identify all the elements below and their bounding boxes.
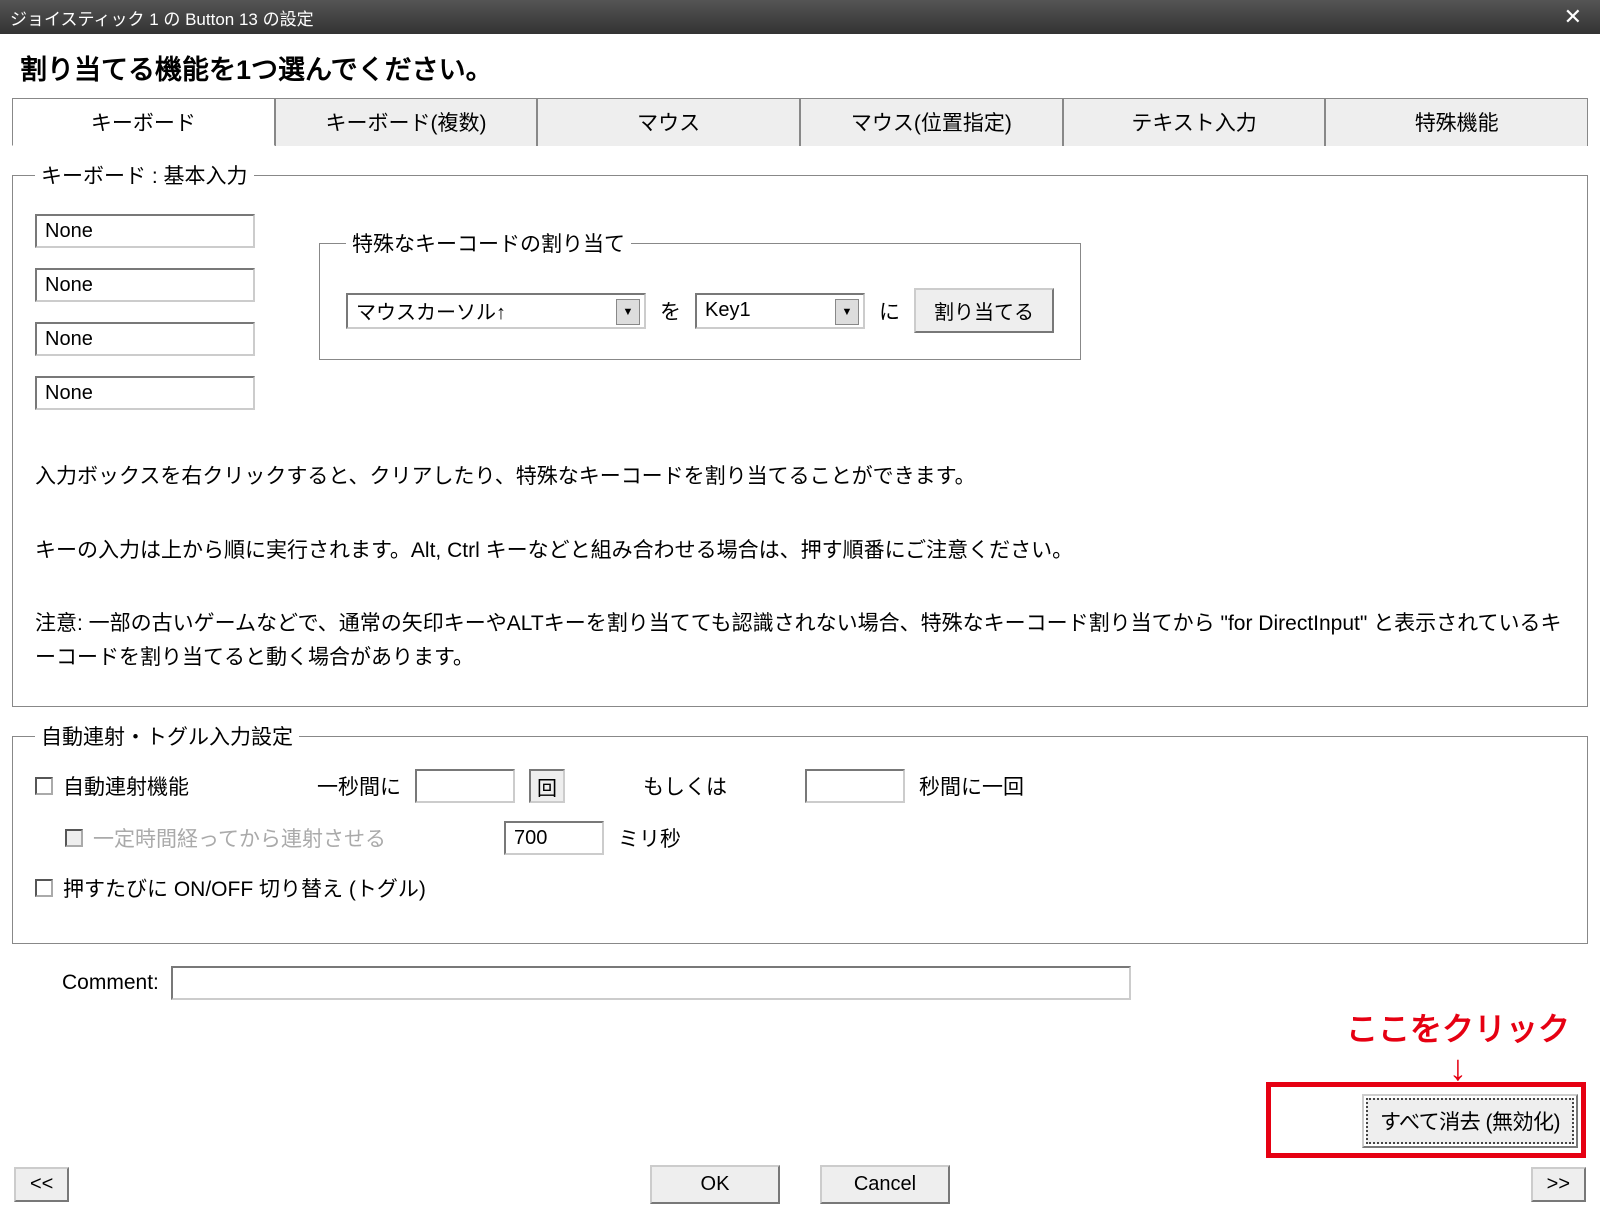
help-1: 入力ボックスを右クリックすると、クリアしたり、特殊なキーコードを割り当てることが…	[35, 460, 1565, 494]
tab-keyboard[interactable]: キーボード	[12, 98, 275, 146]
special-keycode-legend: 特殊なキーコードの割り当て	[346, 228, 631, 258]
key-input-4[interactable]	[35, 376, 255, 410]
interval-suffix: 秒間に一回	[919, 771, 1024, 801]
autofire-fieldset: 自動連射・トグル入力設定 自動連射機能 一秒間に 回 もしくは 秒間に一回 一定…	[12, 721, 1588, 944]
keyboard-legend: キーボード : 基本入力	[35, 160, 254, 190]
sep-wo: を	[660, 296, 681, 326]
per-sec-input[interactable]	[415, 769, 515, 803]
delay-checkbox-label: 一定時間経ってから連射させる	[65, 823, 386, 853]
toggle-checkbox[interactable]	[35, 879, 53, 897]
special-keycode-fieldset: 特殊なキーコードの割り当て マウスカーソル↑ を Key1 に 割り当てる	[319, 228, 1081, 360]
keyboard-fieldset: キーボード : 基本入力 特殊なキーコードの割り当て マウスカーソル↑ を Ke…	[12, 160, 1588, 707]
prev-button[interactable]: <<	[14, 1167, 69, 1202]
delay-input[interactable]	[504, 821, 604, 855]
interval-input[interactable]	[805, 769, 905, 803]
comment-input[interactable]	[171, 966, 1131, 1000]
autofire-legend: 自動連射・トグル入力設定	[35, 721, 299, 751]
comment-label: Comment:	[62, 971, 159, 995]
assign-button[interactable]: 割り当てる	[914, 288, 1054, 333]
key-input-3[interactable]	[35, 322, 255, 356]
tab-special[interactable]: 特殊機能	[1325, 98, 1588, 146]
keycode-dropdown-value: マウスカーソル↑	[356, 296, 506, 325]
key-input-1[interactable]	[35, 214, 255, 248]
window-titlebar: ジョイスティック 1 の Button 13 の設定 ✕	[0, 0, 1600, 34]
per-sec-pre: 一秒間に	[317, 771, 401, 801]
ok-button[interactable]: OK	[650, 1165, 780, 1204]
delay-suffix: ミリ秒	[618, 823, 681, 853]
tab-mouse-pos[interactable]: マウス(位置指定)	[800, 98, 1063, 146]
or-label: もしくは	[643, 771, 727, 801]
key-target-dropdown[interactable]: Key1	[695, 293, 865, 329]
tab-bar: キーボード キーボード(複数) マウス マウス(位置指定) テキスト入力 特殊機…	[12, 97, 1588, 146]
next-button[interactable]: >>	[1531, 1167, 1586, 1202]
window-title: ジョイスティック 1 の Button 13 の設定	[10, 5, 1556, 30]
close-icon[interactable]: ✕	[1556, 4, 1590, 30]
tab-mouse[interactable]: マウス	[537, 98, 800, 146]
cancel-button[interactable]: Cancel	[820, 1165, 950, 1204]
tab-keyboard-multi[interactable]: キーボード(複数)	[275, 98, 538, 146]
down-arrow-icon: ↓	[1346, 1050, 1570, 1086]
per-sec-suffix: 回	[529, 769, 565, 803]
help-text-block: 入力ボックスを右クリックすると、クリアしたり、特殊なキーコードを割り当てることが…	[35, 460, 1565, 674]
page-heading: 割り当てる機能を1つ選んでください。	[12, 40, 1588, 97]
sep-ni: に	[879, 296, 900, 326]
help-3: 注意: 一部の古いゲームなどで、通常の矢印キーやALTキーを割り当てても認識され…	[35, 607, 1565, 674]
tab-text-input[interactable]: テキスト入力	[1063, 98, 1326, 146]
toggle-checkbox-label[interactable]: 押すたびに ON/OFF 切り替え (トグル)	[35, 873, 426, 903]
help-2: キーの入力は上から順に実行されます。Alt, Ctrl キーなどと組み合わせる場…	[35, 534, 1565, 568]
autofire-checkbox[interactable]	[35, 777, 53, 795]
clear-all-button[interactable]: すべて消去 (無効化)	[1366, 1098, 1574, 1144]
autofire-checkbox-label[interactable]: 自動連射機能	[35, 771, 189, 801]
delay-checkbox	[65, 829, 83, 847]
keycode-dropdown[interactable]: マウスカーソル↑	[346, 293, 646, 329]
key-input-2[interactable]	[35, 268, 255, 302]
key-target-value: Key1	[705, 299, 751, 322]
